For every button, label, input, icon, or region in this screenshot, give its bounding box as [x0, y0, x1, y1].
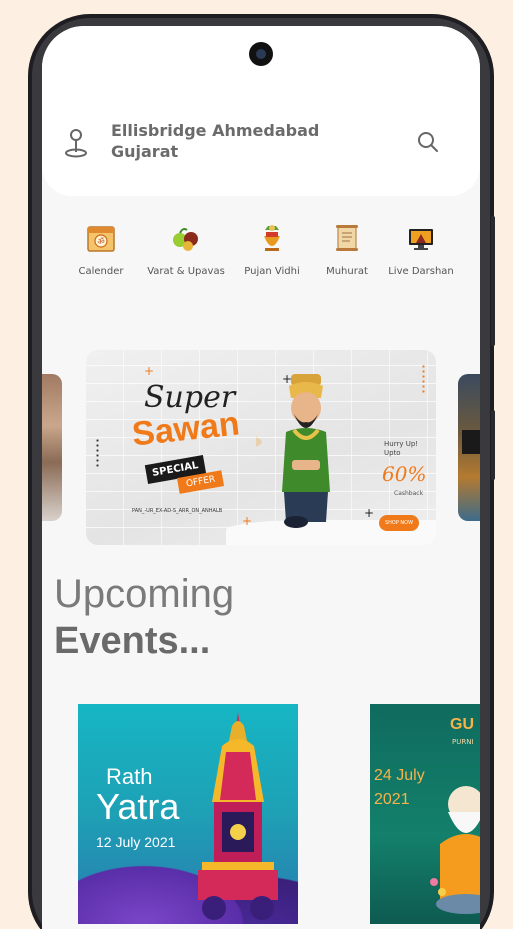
location-line-1: Ellisbridge Ahmedabad [111, 121, 320, 140]
plus-decoration-icon: + [242, 514, 253, 528]
banner-hurry: Hurry Up! [384, 440, 419, 448]
event-title-main: Yatra [96, 786, 180, 827]
event-date: 12 July 2021 [96, 834, 176, 850]
event-card-guru-purnima[interactable]: GU PURNI 24 July 2021 [370, 704, 480, 924]
scroll-icon [336, 225, 358, 251]
shop-now-button[interactable]: SHOP NOW [379, 515, 419, 531]
carousel-next-slide[interactable] [458, 374, 480, 521]
event-date-line-1: 24 July [374, 767, 425, 784]
monitor-icon [409, 229, 433, 250]
dots-decoration-icon [96, 438, 99, 468]
map-pin-icon[interactable] [64, 128, 88, 158]
search-icon[interactable] [416, 130, 440, 154]
event-date-line-2: 2021 [374, 791, 410, 808]
banner-upto: Upto [384, 449, 401, 457]
volume-button [491, 216, 495, 346]
svg-text:ॐ: ॐ [97, 237, 104, 246]
power-button [491, 410, 495, 480]
location-line-2: Gujarat [111, 142, 179, 161]
category-row: ॐ Calender Varat & Upavas Pujan Vidhi Mu… [42, 222, 480, 292]
calendar-icon: ॐ [87, 226, 115, 252]
banner-hurry-text: Hurry Up! Upto [384, 440, 418, 458]
category-label: Varat & Upavas [147, 266, 225, 277]
sage-illustration [430, 786, 480, 914]
upcoming-heading: Upcoming [54, 572, 235, 616]
category-live-darshan[interactable]: Live Darshan [377, 222, 465, 277]
event-date: 24 July 2021 [374, 764, 425, 812]
banner-promo-code: PAN_-UR_EX-AD-S_ARR_ON_ANHALB [132, 508, 223, 514]
category-label: Live Darshan [388, 266, 454, 277]
event-title: GU [450, 716, 474, 733]
banner-cashback: Cashback [394, 490, 424, 497]
devotee-illustration [256, 374, 330, 528]
event-subtitle: PURNI [452, 738, 474, 746]
dots-decoration-icon [422, 364, 425, 394]
offering-icon [173, 228, 198, 251]
category-label: Calender [78, 266, 124, 277]
chariot-illustration [198, 712, 278, 920]
event-card-rath-yatra[interactable]: Rath Yatra 12 July 2021 [78, 704, 298, 924]
slide-tag [462, 430, 480, 454]
app-screen: Ellisbridge Ahmedabad Gujarat ॐ Calender [42, 26, 480, 929]
category-calender[interactable]: ॐ Calender [57, 222, 145, 277]
front-camera [249, 42, 273, 66]
plus-decoration-icon: + [364, 506, 375, 520]
events-heading: Events... [54, 620, 211, 662]
promo-banner[interactable]: Super Sawan SPECIAL OFFER PAN_-UR_EX-AD-… [86, 350, 436, 545]
carousel-prev-slide[interactable] [42, 374, 62, 521]
category-varat-upavas[interactable]: Varat & Upavas [142, 222, 230, 277]
current-location[interactable]: Ellisbridge Ahmedabad Gujarat [111, 120, 331, 162]
kalash-icon [264, 225, 280, 251]
banner-discount: 60% [382, 462, 427, 486]
plus-decoration-icon: + [144, 364, 155, 378]
